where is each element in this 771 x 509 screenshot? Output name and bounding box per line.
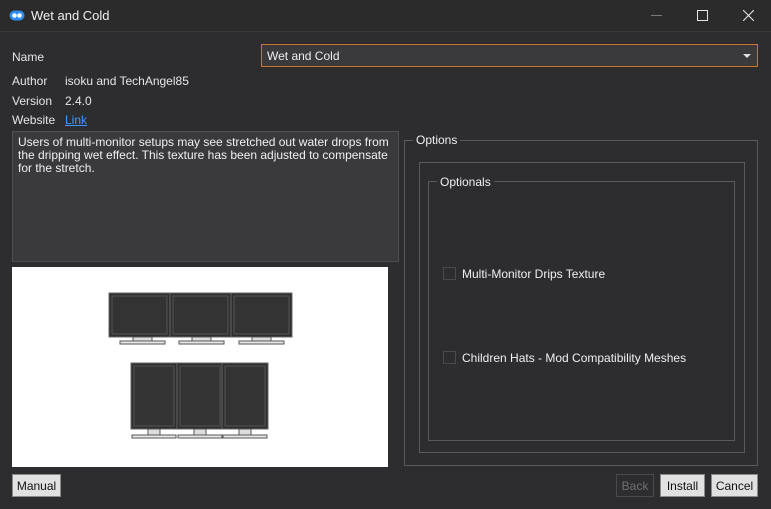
monitor-setup-illustration [108, 292, 293, 439]
website-link[interactable]: Link [65, 113, 87, 127]
app-icon [9, 10, 25, 21]
multi-monitor-drips-checkbox[interactable] [443, 267, 456, 280]
name-dropdown-value: Wet and Cold [267, 49, 340, 63]
author-label: Author [12, 74, 48, 88]
children-hats-label[interactable]: Children Hats - Mod Compatibility Meshes [462, 351, 686, 365]
preview-image [12, 267, 388, 467]
title-bar: Wet and Cold [0, 0, 771, 32]
manual-button[interactable]: Manual [12, 474, 61, 497]
multi-monitor-drips-label[interactable]: Multi-Monitor Drips Texture [462, 267, 605, 281]
version-label: Version [12, 94, 53, 108]
minimize-icon [650, 15, 662, 16]
chevron-down-icon [743, 54, 751, 58]
close-button[interactable] [725, 0, 771, 31]
author-value: isoku and TechAngel85 [65, 74, 189, 88]
landscape-monitor-3 [230, 292, 293, 345]
maximize-button[interactable] [679, 0, 725, 31]
options-title: Options [413, 133, 461, 147]
name-label: Name [12, 50, 45, 64]
portrait-monitor-1 [130, 362, 178, 439]
close-icon [742, 10, 754, 21]
website-label: Website [12, 113, 56, 127]
description-box[interactable]: Users of multi-monitor setups may see st… [12, 131, 399, 262]
maximize-icon [696, 10, 708, 21]
minimize-button[interactable] [633, 0, 679, 31]
version-value: 2.4.0 [65, 94, 92, 108]
portrait-monitor-2 [176, 362, 224, 439]
window-title: Wet and Cold [31, 8, 110, 23]
landscape-monitor-1 [108, 292, 171, 345]
portrait-monitor-3 [221, 362, 269, 439]
back-button[interactable]: Back [616, 474, 654, 497]
optionals-title: Optionals [437, 175, 494, 189]
landscape-monitor-2 [169, 292, 232, 345]
install-button[interactable]: Install [660, 474, 705, 497]
children-hats-checkbox[interactable] [443, 351, 456, 364]
name-dropdown[interactable]: Wet and Cold [261, 44, 758, 67]
cancel-button[interactable]: Cancel [711, 474, 758, 497]
optionals-group [428, 181, 735, 441]
